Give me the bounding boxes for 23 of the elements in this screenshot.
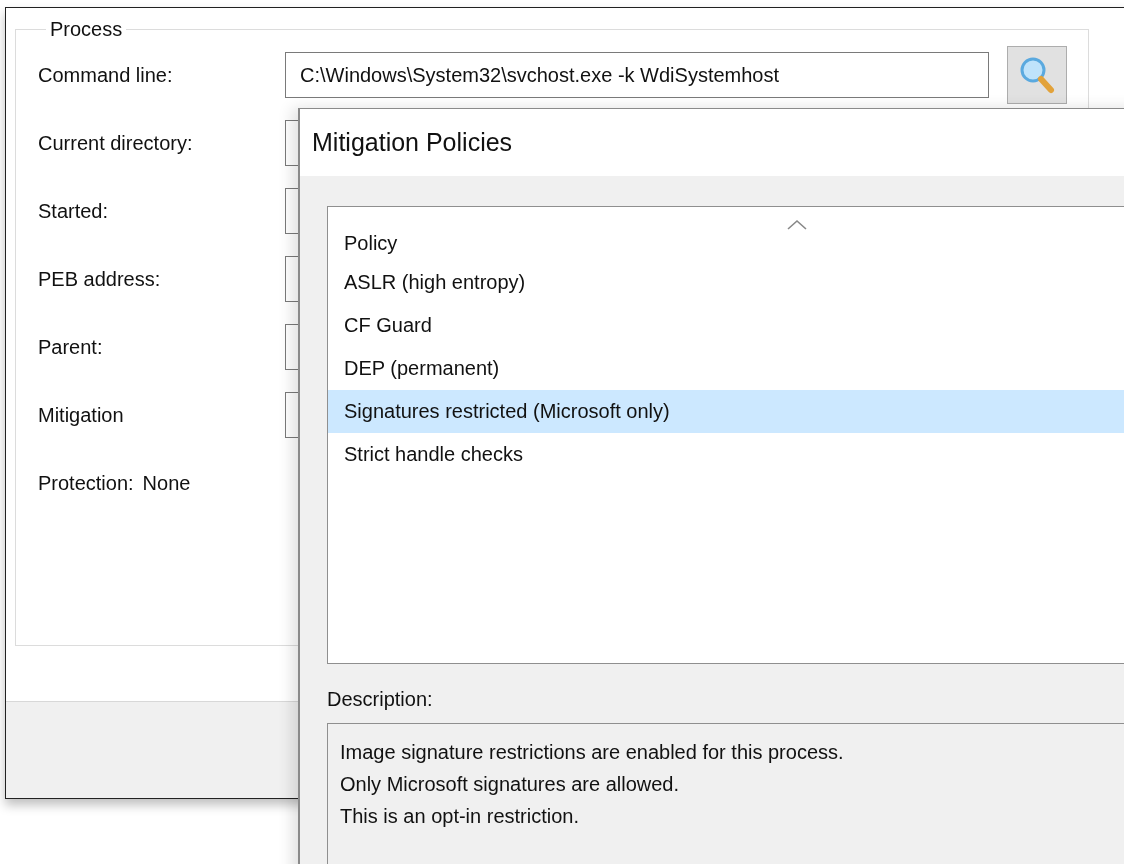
search-button[interactable] (1007, 46, 1067, 104)
description-text: Only Microsoft signatures are allowed. (340, 772, 681, 797)
dialog-title: Mitigation Policies (300, 109, 1124, 176)
description-text: This is an opt-in restriction. (340, 804, 580, 829)
field-label: Command line: (38, 63, 174, 87)
text-field[interactable]: C:\Windows\System32\svchost.exe -k WdiSystemhost (285, 52, 989, 98)
policy-item[interactable]: Signatures restricted (Microsoft only) (328, 390, 1124, 433)
field-label: Parent: (38, 335, 104, 359)
magnifier-icon (1018, 55, 1056, 95)
field-label: PEB address: (38, 267, 162, 291)
field-label: Protection: (38, 471, 134, 495)
field-label: Current directory: (38, 131, 194, 155)
field-label: Started: (38, 199, 110, 223)
description-text: Image signature restrictions are enabled for this process. (340, 740, 845, 765)
field-label: Mitigation (38, 403, 125, 427)
policy-item[interactable]: Strict handle checks (328, 433, 1124, 476)
group-title: Process (49, 18, 124, 41)
description-label: Description: (327, 687, 434, 712)
policy-item[interactable]: DEP (permanent) (328, 347, 1124, 390)
policy-item[interactable]: ASLR (high entropy) (328, 261, 1124, 304)
column-header[interactable]: Policy (328, 207, 1124, 261)
policy-item[interactable]: CF Guard (328, 304, 1124, 347)
field-value: None (142, 471, 191, 495)
